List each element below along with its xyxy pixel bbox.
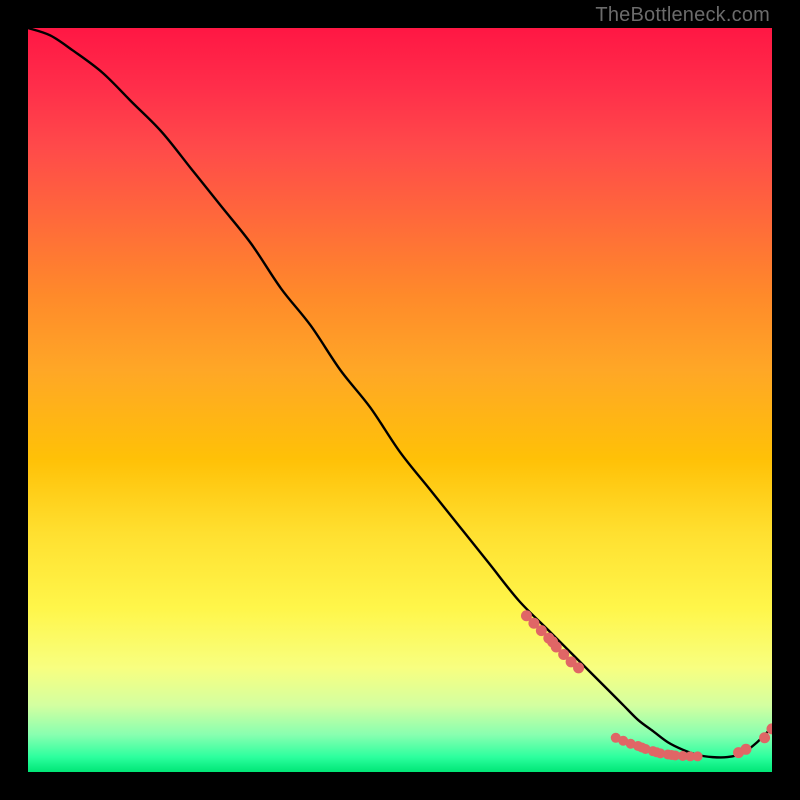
data-marker bbox=[740, 744, 751, 755]
data-marker bbox=[693, 751, 703, 761]
chart-svg bbox=[28, 28, 772, 772]
chart-frame: TheBottleneck.com bbox=[0, 0, 800, 800]
gradient-plot-area bbox=[28, 28, 772, 772]
data-marker bbox=[759, 732, 770, 743]
data-marker bbox=[573, 662, 584, 673]
data-markers bbox=[521, 610, 772, 761]
bottleneck-curve bbox=[28, 28, 772, 757]
attribution-text: TheBottleneck.com bbox=[595, 4, 770, 27]
